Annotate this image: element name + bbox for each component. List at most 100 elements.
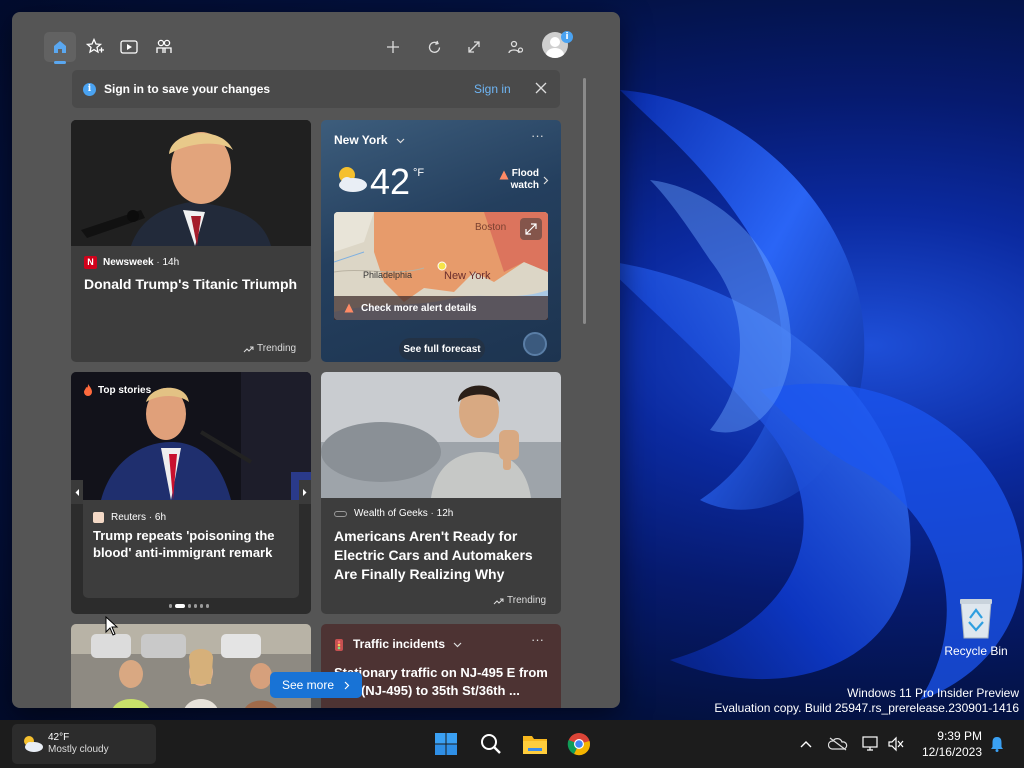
- news-age: 12h: [436, 508, 454, 519]
- close-icon[interactable]: [534, 81, 548, 95]
- recycle-bin-label: Recycle Bin: [944, 644, 1008, 658]
- tab-video[interactable]: [113, 32, 145, 62]
- notifications-button[interactable]: [987, 734, 1007, 754]
- trending-icon: [493, 598, 504, 604]
- pager-dot[interactable]: [175, 604, 185, 608]
- chevron-right-icon: [344, 681, 350, 689]
- top-stories-card[interactable]: Top stories Reuters · 6h Trump repeats '…: [71, 372, 311, 614]
- refresh-button[interactable]: [418, 32, 450, 62]
- see-full-forecast-button[interactable]: See full forecast: [399, 338, 485, 360]
- weather-temperature: 42: [370, 161, 411, 202]
- search-button[interactable]: [475, 728, 507, 760]
- weather-location[interactable]: New York: [334, 133, 405, 147]
- chevron-down-icon: [396, 138, 405, 144]
- avatar-info-badge: i: [561, 31, 573, 43]
- expand-button[interactable]: [458, 32, 490, 62]
- expand-icon: [468, 41, 480, 53]
- more-options-icon[interactable]: ···: [531, 128, 544, 143]
- chevron-down-icon: [453, 642, 462, 648]
- onedrive-offline-icon: [828, 737, 848, 751]
- partly-cloudy-icon: [24, 736, 43, 752]
- news-age: 14h: [162, 257, 180, 268]
- bell-icon: [991, 737, 1003, 752]
- refresh-icon: [428, 40, 440, 53]
- carousel-next-button[interactable]: [299, 480, 311, 504]
- chevron-right-icon: [543, 176, 549, 185]
- map-label-boston: Boston: [475, 222, 507, 233]
- recycle-bin[interactable]: Recycle Bin: [940, 596, 1012, 658]
- taskbar-weather-condition: Mostly cloudy: [48, 744, 109, 755]
- info-icon: i: [83, 82, 96, 96]
- tab-home[interactable]: [44, 32, 76, 64]
- news-title[interactable]: Americans Aren't Ready for Electric Cars…: [334, 527, 548, 584]
- people-icon: [156, 39, 172, 53]
- show-hidden-icons-button[interactable]: [796, 734, 816, 754]
- warning-icon: [344, 303, 354, 313]
- trending-icon: [243, 346, 254, 352]
- news-meta: Wealth of Geeks · 12h: [334, 508, 453, 519]
- news-title[interactable]: Trump repeats 'poisoning the blood' anti…: [93, 527, 293, 561]
- traffic-incident-text[interactable]: Stationary traffic on NJ-495 E from Ave …: [334, 664, 554, 700]
- map-label-new-york: New York: [444, 270, 491, 282]
- traffic-icon: [335, 639, 343, 651]
- weather-card[interactable]: New York ··· 42 °F Flood watch Boston Ph…: [321, 120, 561, 362]
- weather-unit: °F: [413, 167, 425, 179]
- carousel-prev-button[interactable]: [71, 480, 83, 504]
- copilot-icon[interactable]: [523, 332, 547, 356]
- start-button[interactable]: [430, 728, 462, 760]
- onedrive-button[interactable]: [828, 734, 848, 754]
- recycle-bin-icon: [960, 599, 992, 639]
- build-watermark: Windows 11 Pro Insider Preview Evaluatio…: [714, 686, 1019, 715]
- sun-behind-cloud-icon: [339, 167, 367, 192]
- chevron-up-icon: [800, 741, 812, 748]
- alert-details-bar[interactable]: Check more alert details: [334, 296, 548, 320]
- star-plus-icon: [86, 38, 104, 54]
- expand-icon: [525, 223, 537, 235]
- news-title[interactable]: Donald Trump's Titanic Triumph: [84, 275, 298, 294]
- clock-date: 12/16/2023: [921, 745, 982, 759]
- scrollbar[interactable]: [583, 78, 586, 324]
- carousel-pager[interactable]: [169, 603, 212, 609]
- signin-link[interactable]: Sign in: [474, 82, 511, 96]
- taskbar-weather-widget[interactable]: 42°F Mostly cloudy: [12, 724, 156, 764]
- people-settings-button[interactable]: [500, 32, 532, 62]
- weather-alert[interactable]: Flood watch: [491, 168, 551, 192]
- news-photo-trump: [71, 120, 311, 246]
- pager-dot[interactable]: [194, 604, 197, 608]
- more-options-icon[interactable]: ···: [531, 632, 544, 647]
- volume-button[interactable]: [886, 734, 906, 754]
- clock-time: 9:39 PM: [937, 729, 982, 743]
- tab-people[interactable]: [148, 32, 180, 62]
- signin-banner: i Sign in to save your changes Sign in: [72, 70, 560, 108]
- reuters-logo-icon: [93, 512, 104, 523]
- pager-dot[interactable]: [200, 604, 203, 608]
- top-stories-badge: Top stories: [83, 384, 151, 396]
- top-story-item[interactable]: Reuters · 6h Trump repeats 'poisoning th…: [83, 500, 299, 598]
- news-photo-thumbs-down: [321, 372, 561, 498]
- pager-dot[interactable]: [169, 604, 172, 608]
- news-card-newsweek[interactable]: N Newsweek · 14h Donald Trump's Titanic …: [71, 120, 311, 362]
- taskbar: 42°F Mostly cloudy 9:39 PM 12/16/2023: [0, 720, 1024, 768]
- trending-label: Trending: [493, 595, 546, 606]
- home-icon: [54, 41, 66, 53]
- pager-dot[interactable]: [206, 604, 209, 608]
- people-settings-icon: [508, 40, 524, 54]
- tab-following[interactable]: [79, 32, 111, 62]
- signin-message: Sign in to save your changes: [104, 82, 271, 96]
- chrome-button[interactable]: [563, 728, 595, 760]
- taskbar-weather-temp: 42°F: [48, 732, 70, 743]
- chrome-icon: [567, 733, 590, 756]
- network-button[interactable]: [861, 734, 881, 754]
- file-explorer-button[interactable]: [519, 728, 551, 760]
- clock[interactable]: 9:39 PM 12/16/2023: [912, 728, 982, 760]
- volume-muted-icon: [888, 736, 904, 752]
- search-icon: [481, 734, 501, 754]
- news-source: Newsweek: [103, 257, 154, 268]
- pager-dot[interactable]: [188, 604, 191, 608]
- see-more-button[interactable]: See more: [270, 672, 362, 698]
- map-expand-button[interactable]: [520, 218, 542, 240]
- traffic-header[interactable]: Traffic incidents: [353, 637, 462, 651]
- newsweek-logo-icon: N: [84, 256, 97, 269]
- add-widget-button[interactable]: [377, 32, 409, 62]
- news-card-wealth-of-geeks[interactable]: Wealth of Geeks · 12h Americans Aren't R…: [321, 372, 561, 614]
